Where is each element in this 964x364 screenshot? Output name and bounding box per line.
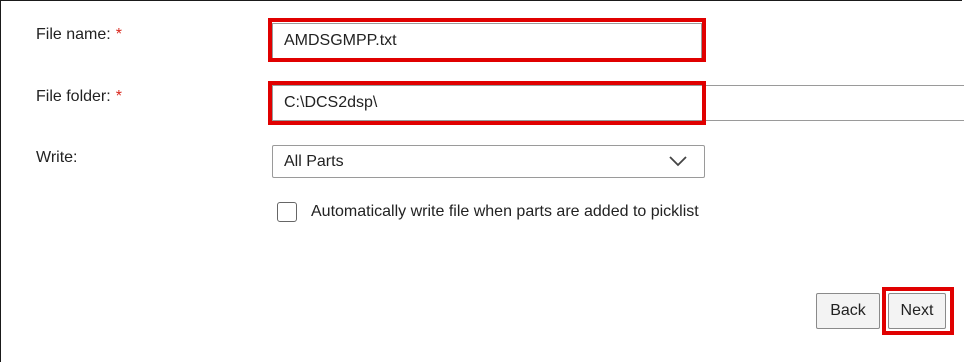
write-select[interactable]: All Parts xyxy=(272,145,705,178)
file-folder-value: C:\DCS2dsp\ xyxy=(284,94,378,111)
write-selected-value: All Parts xyxy=(284,152,344,170)
file-name-value: AMDSGMPP.txt xyxy=(284,32,397,49)
file-folder-label-text: File folder: xyxy=(36,88,111,105)
chevron-down-icon xyxy=(669,156,687,167)
write-label-text: Write: xyxy=(36,149,78,166)
auto-write-checkbox[interactable] xyxy=(277,202,297,222)
file-name-label: File name: * xyxy=(36,26,122,44)
dialog-panel: File name: * AMDSGMPP.txt File folder: * C… xyxy=(0,0,964,362)
file-folder-input[interactable]: C:\DCS2dsp\ xyxy=(272,85,964,121)
auto-write-label: Automatically write file when parts are … xyxy=(311,203,699,220)
next-button[interactable]: Next xyxy=(888,293,946,329)
file-name-label-text: File name: xyxy=(36,26,111,43)
file-name-required-mark: * xyxy=(115,26,122,43)
back-button[interactable]: Back xyxy=(816,293,880,329)
file-name-input[interactable]: AMDSGMPP.txt xyxy=(272,23,702,59)
write-label: Write: xyxy=(36,149,77,167)
file-folder-label: File folder: * xyxy=(36,88,122,106)
file-folder-required-mark: * xyxy=(115,88,122,105)
